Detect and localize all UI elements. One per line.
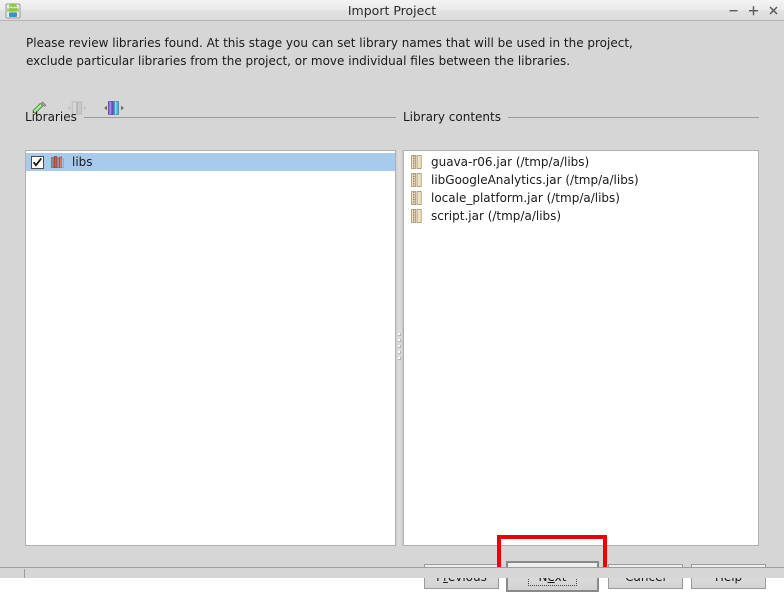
- library-checkbox[interactable]: [31, 155, 44, 169]
- libraries-section-header: Libraries: [25, 110, 396, 124]
- contents-header-rule: [507, 116, 759, 118]
- library-contents-list[interactable]: guava-r06.jar (/tmp/a/libs) libGoogleAna…: [403, 150, 759, 546]
- jar-icon: [409, 190, 425, 206]
- close-icon[interactable]: [767, 4, 780, 17]
- window-controls: [727, 0, 780, 21]
- library-name: libs: [72, 155, 93, 169]
- status-cell-main: [25, 569, 784, 578]
- books-icon: [50, 154, 66, 170]
- jar-icon: [409, 154, 425, 170]
- contents-header-label: Library contents: [403, 110, 501, 124]
- jar-file-label: guava-r06.jar (/tmp/a/libs): [431, 155, 590, 169]
- minimize-icon[interactable]: [727, 4, 740, 17]
- instruction-line-2: exclude particular libraries from the pr…: [26, 54, 571, 68]
- instruction-line-1: Please review libraries found. At this s…: [26, 36, 633, 50]
- dialog-content: Please review libraries found. At this s…: [0, 21, 784, 592]
- maximize-icon[interactable]: [747, 4, 760, 17]
- list-item[interactable]: libs: [26, 153, 395, 171]
- libraries-header-rule: [83, 116, 396, 118]
- import-project-dialog: Import Project Please review libraries f…: [0, 0, 784, 592]
- jar-icon: [409, 172, 425, 188]
- instruction-text: Please review libraries found. At this s…: [26, 34, 666, 70]
- jar-file-label: libGoogleAnalytics.jar (/tmp/a/libs): [431, 173, 639, 187]
- libraries-list[interactable]: libs: [25, 150, 396, 546]
- contents-section-header: Library contents: [403, 110, 759, 124]
- libraries-header-label: Libraries: [25, 110, 77, 124]
- panel-splitter[interactable]: [396, 150, 403, 546]
- title-bar[interactable]: Import Project: [0, 0, 784, 21]
- list-item[interactable]: locale_platform.jar (/tmp/a/libs): [404, 189, 758, 207]
- splitter-grip[interactable]: [398, 333, 401, 363]
- jar-file-label: script.jar (/tmp/a/libs): [431, 209, 562, 223]
- jar-icon: [409, 208, 425, 224]
- list-item[interactable]: guava-r06.jar (/tmp/a/libs): [404, 153, 758, 171]
- window-title: Import Project: [347, 3, 437, 18]
- list-item[interactable]: libGoogleAnalytics.jar (/tmp/a/libs): [404, 171, 758, 189]
- status-cell-left: [0, 569, 25, 578]
- status-bar: [0, 567, 784, 578]
- jar-file-label: locale_platform.jar (/tmp/a/libs): [431, 191, 620, 205]
- list-item[interactable]: script.jar (/tmp/a/libs): [404, 207, 758, 225]
